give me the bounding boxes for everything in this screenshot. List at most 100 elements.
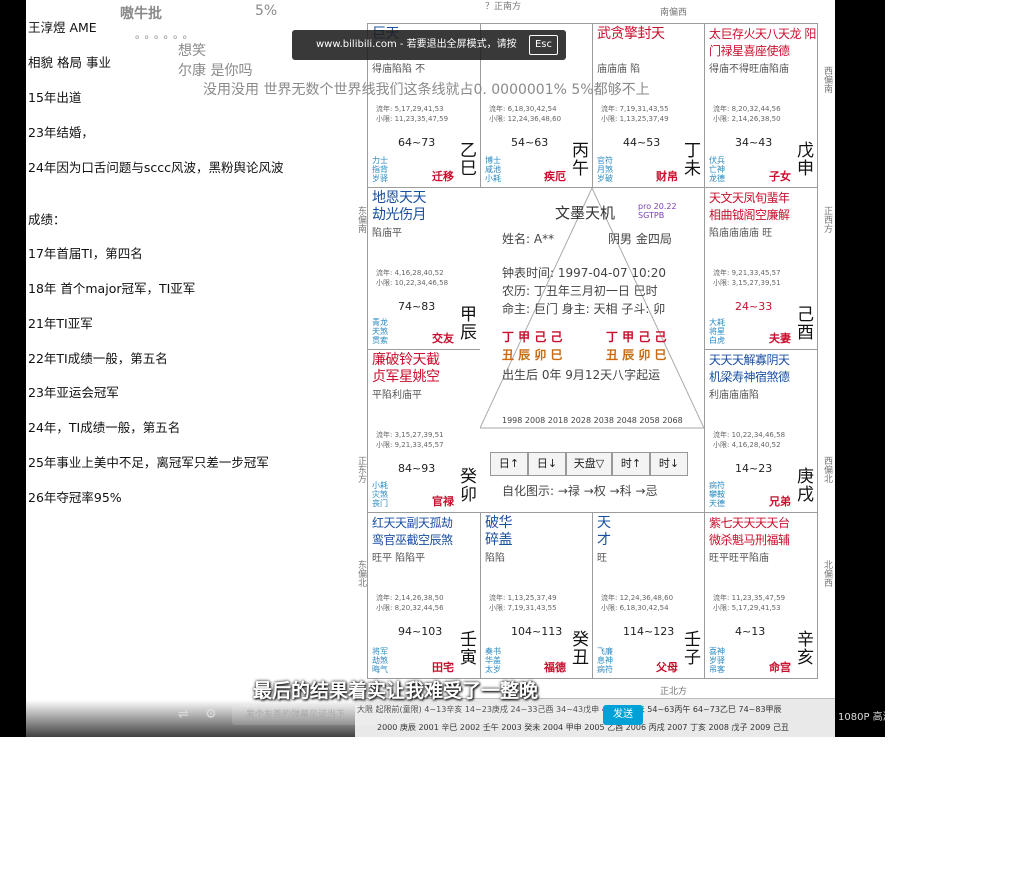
palace-stars: 红天天副天孤劫 鸾官巫截空辰煞 xyxy=(372,516,453,547)
quality-selector[interactable]: 1080P 高清 xyxy=(838,708,885,723)
palace-stars: 天 才 xyxy=(597,515,611,548)
lunar-date: 农历: 丁丑年三月初一日 巳时 xyxy=(502,284,658,298)
palace-minor-stars: 病符 攀鞍 天德 xyxy=(709,481,725,508)
palace-name: 疾厄 xyxy=(544,170,566,183)
palace-fuqi[interactable]: 天文天凤旬蜚年 相曲钺阁空廉解 陷庙庙庙庙 旺 流年: 9,21,33,45,5… xyxy=(704,187,818,350)
palace-name: 兄弟 xyxy=(769,495,791,508)
palace-minor-stars: 力士 指背 岁驿 xyxy=(372,156,388,183)
palace-tianzhai[interactable]: 红天天副天孤劫 鸾官巫截空辰煞 旺平 陷陷平 流年: 2,14,26,38,50… xyxy=(367,512,481,679)
palace-stem: 癸卯 xyxy=(460,467,477,505)
pillars-right-stems: 丁 甲 己 己 xyxy=(606,330,667,344)
luck-start: 出生后 0年 9月12天八字起运 xyxy=(502,368,661,382)
palace-stem: 戊申 xyxy=(797,141,814,179)
danmu-comment: 想笑 xyxy=(178,43,206,59)
direction-right: 北偏西 xyxy=(822,560,832,587)
palace-brightness: 平陷利庙平 xyxy=(372,390,422,401)
palace-age-range: 14~23 xyxy=(735,462,773,475)
palace-brightness: 陷庙庙庙庙 旺 xyxy=(709,228,773,239)
hour-up-button[interactable]: 时↑ xyxy=(612,452,650,476)
note-line: 25年事业上美中不足，离冠军只差一步冠军 xyxy=(28,455,269,470)
sky-board-select[interactable]: 天盘▽ xyxy=(566,452,612,476)
danmu-settings-icon[interactable]: ⚙ xyxy=(205,707,217,722)
pillars-left-branches: 丑 辰 卯 巳 xyxy=(502,348,563,362)
palace-stem: 辛亥 xyxy=(797,630,814,668)
palace-caibo[interactable]: 武贪擎封天 庙庙庙 陷 流年: 7,19,31,43,55 小限: 1,13,2… xyxy=(592,23,705,188)
palace-stem: 庚戌 xyxy=(797,467,814,505)
palace-flow-years: 流年: 10,22,34,46,58 小限: 4,16,28,40,52 xyxy=(713,431,786,449)
palace-minor-stars: 奏书 华盖 太岁 xyxy=(485,647,501,674)
day-up-button[interactable]: 日↑ xyxy=(490,452,528,476)
palace-flow-years: 流年: 9,21,33,45,57 小限: 3,15,27,39,51 xyxy=(713,269,781,287)
palace-xiongdi[interactable]: 天天天解寡阴天 机梁寿神宿煞德 利庙庙庙陷 流年: 10,22,34,46,58… xyxy=(704,349,818,513)
note-line: 22年TI成绩一般，第五名 xyxy=(28,351,168,366)
danmu-toggle-icon[interactable]: ⇌ xyxy=(178,707,189,722)
palace-brightness: 陷陷 xyxy=(485,553,505,564)
video-subtitle: 最后的结果着实让我难受了一整晚 xyxy=(253,680,539,702)
palace-age-range: 84~93 xyxy=(398,462,436,475)
palace-brightness: 旺平旺平陷庙 xyxy=(709,553,769,564)
note-title: 王淳煜 AME xyxy=(28,20,97,35)
palace-flow-years: 流年: 4,16,28,40,52 小限: 10,22,34,46,58 xyxy=(376,269,449,287)
palace-brightness: 得庙陷陷 不 xyxy=(372,64,426,75)
life-master: 命主: 巨门 身主: 天相 子斗: 卯 xyxy=(502,302,666,316)
palace-fude[interactable]: 破华 碎盖 陷陷 流年: 1,13,25,37,49 小限: 7,19,31,4… xyxy=(480,512,593,679)
palace-age-range: 64~73 xyxy=(398,136,436,149)
danmu-comment: 嗷牛批 xyxy=(120,6,162,22)
palace-minor-stars: 博士 咸池 小耗 xyxy=(485,156,501,183)
palace-flow-years: 流年: 12,24,36,48,60 小限: 6,18,30,42,54 xyxy=(601,594,674,612)
palace-brightness: 陷庙平 xyxy=(372,228,402,239)
note-line: 24年，TI成绩一般，第五名 xyxy=(28,420,181,435)
pillars-right-branches: 丑 辰 卯 巳 xyxy=(606,348,667,362)
palace-guanlu[interactable]: 廉破铃天截 贞军星姚空 平陷利庙平 流年: 3,15,27,39,51 小限: … xyxy=(367,349,481,513)
palace-minor-stars: 伏兵 亡神 龙德 xyxy=(709,156,725,183)
note-line: 21年TI亚军 xyxy=(28,316,93,331)
direction-right: 正西方 xyxy=(822,206,832,233)
palace-age-range: 94~103 xyxy=(398,625,443,638)
palace-stem: 壬寅 xyxy=(460,630,477,668)
fullscreen-toast: www.bilibili.com - 若要退出全屏模式，请按 Esc xyxy=(292,30,566,60)
clock-time: 钟表时间: 1997-04-07 10:20 xyxy=(502,266,666,280)
palace-stars: 破华 碎盖 xyxy=(485,515,513,548)
note-line: 23年亚运会冠军 xyxy=(28,385,119,400)
palace-stars: 地恩天天 劫光伤月 xyxy=(372,190,427,223)
palace-stem: 壬子 xyxy=(684,630,701,668)
palace-name: 交友 xyxy=(432,332,454,345)
hour-down-button[interactable]: 时↓ xyxy=(650,452,688,476)
palace-name: 财帛 xyxy=(656,170,678,183)
palace-stars: 紫七天天天天台 微杀魁马刑福辅 xyxy=(709,516,790,547)
palace-name: 福德 xyxy=(544,661,566,674)
video-player[interactable]: 王淳煜 AME 相貌 格局 事业 15年出道 23年结婚， 24年因为口舌问题与… xyxy=(0,0,885,737)
subject-gender: 阴男 金四局 xyxy=(608,232,672,246)
palace-age-range: 24~33 xyxy=(735,300,773,313)
palace-fumu[interactable]: 天 才 旺 流年: 12,24,36,48,60 小限: 6,18,30,42,… xyxy=(592,512,705,679)
palace-name: 子女 xyxy=(769,170,791,183)
palace-flow-years: 流年: 11,23,35,47,59 小限: 5,17,29,41,53 xyxy=(713,594,786,612)
palace-stem: 丙午 xyxy=(572,141,589,179)
palace-minor-stars: 大耗 将星 白虎 xyxy=(709,318,725,345)
send-danmu-button[interactable]: 发送 xyxy=(603,705,643,725)
palace-minor-stars: 飞廉 息神 病符 xyxy=(597,647,613,674)
direction-right: 西偏南 xyxy=(822,66,832,93)
palace-name: 田宅 xyxy=(432,661,454,674)
palace-name: 夫妻 xyxy=(769,332,791,345)
note-line: 17年首届TI，第四名 xyxy=(28,246,143,261)
note-tags: 相貌 格局 事业 xyxy=(28,55,111,70)
palace-name: 父母 xyxy=(656,661,678,674)
palace-jiaoyou[interactable]: 地恩天天 劫光伤月 陷庙平 流年: 4,16,28,40,52 小限: 10,2… xyxy=(367,187,481,350)
danmu-input[interactable]: 发个友善的弹幕见证当下 xyxy=(232,705,607,725)
palace-age-range: 44~53 xyxy=(623,136,661,149)
palace-age-range: 54~63 xyxy=(511,136,549,149)
chart-center-info: 文墨天机 pro 20.22 SGTPB 姓名: A** 阴男 金四局 钟表时间… xyxy=(480,188,704,512)
palace-brightness: 利庙庙庙陷 xyxy=(709,390,759,401)
palace-flow-years: 流年: 5,17,29,41,53 小限: 11,23,35,47,59 xyxy=(376,105,449,123)
palace-brightness: 庙庙庙 陷 xyxy=(597,64,641,75)
note-line: 成绩： xyxy=(28,212,66,227)
app-title: 文墨天机 xyxy=(555,204,616,222)
palace-zinv[interactable]: 太巨存火天八天龙 阳门禄星喜座使德 得庙不得旺庙陷庙 流年: 8,20,32,4… xyxy=(704,23,818,188)
day-down-button[interactable]: 日↓ xyxy=(528,452,566,476)
palace-name: 官禄 xyxy=(432,495,454,508)
palace-minggong[interactable]: 紫七天天天天台 微杀魁马刑福辅 旺平旺平陷庙 流年: 11,23,35,47,5… xyxy=(704,512,818,679)
palace-stars: 太巨存火天八天龙 阳门禄星喜座使德 xyxy=(709,27,816,58)
direction-bottom: 正北方 xyxy=(660,687,688,697)
palace-brightness: 得庙不得旺庙陷庙 xyxy=(709,64,789,75)
